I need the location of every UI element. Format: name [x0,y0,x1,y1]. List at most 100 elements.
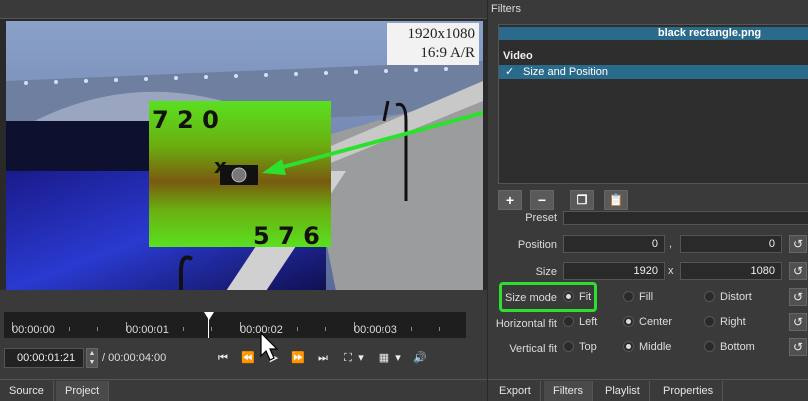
position-handle[interactable] [231,167,247,183]
size-width-input[interactable]: 1920 [563,262,665,280]
tab-source[interactable]: Source [0,381,54,401]
spin-down-icon[interactable]: ▼ [87,358,97,367]
playhead-marker-icon [204,312,214,320]
ruler-minor-tick [439,327,440,331]
position-x-input[interactable]: 0 [563,235,665,253]
overlay-number-576: 5 7 6 [253,222,320,250]
timecode-spinner[interactable]: ▲ ▼ [86,348,98,368]
size-height-input[interactable]: 1080 [680,262,782,280]
hfit-left-label: Left [579,316,598,328]
left-tab-bar: Source Project [0,379,487,401]
position-separator: , [669,238,673,250]
tab-filters[interactable]: Filters [544,381,593,401]
vertical-fit-label: Vertical fit [509,343,557,355]
vfit-bottom-label: Bottom [720,341,755,353]
playhead-line [208,318,209,338]
paste-filter-icon[interactable]: 📋 [604,190,628,210]
radio-icon [563,341,574,352]
mouse-pointer-icon [260,332,279,361]
tab-playlist[interactable]: Playlist [596,381,650,401]
size-mode-fill-label: Fill [639,291,654,303]
fast-forward-icon[interactable]: ⏩ [290,350,306,366]
position-y-input[interactable]: 0 [680,235,782,253]
volume-icon[interactable]: 🔊 [412,350,428,366]
spin-up-icon[interactable]: ▲ [87,349,97,358]
hfit-center[interactable]: Center [623,316,672,328]
radio-icon [704,291,715,302]
size-mode-distort[interactable]: Distort [704,291,752,303]
ruler-label: 00:00:03 [354,324,397,336]
overlay-number-720: 7 2 0 [152,106,219,134]
zoom-dropdown-icon[interactable]: ▾ [356,350,366,366]
radio-icon [563,316,574,327]
ruler-minor-tick [97,327,98,331]
reset-size-mode-icon[interactable]: ↺ [789,288,807,306]
skip-start-icon[interactable]: ⏮ [215,350,231,366]
radio-selected-icon [623,341,634,352]
filter-item-size-and-position[interactable]: ✓ Size and Position [499,65,808,79]
section-header-video: Video [503,50,533,62]
hfit-right-label: Right [720,316,746,328]
horizontal-fit-label: Horizontal fit [495,318,557,330]
skip-end-icon[interactable]: ⏭ [315,350,331,366]
hfit-left[interactable]: Left [563,316,597,328]
video-viewer[interactable]: 7 2 0 5 7 6 x 1920x1080 16:9 A/R [0,18,487,291]
resolution-line-2: 16:9 A/R [420,45,475,61]
vfit-middle[interactable]: Middle [623,341,671,353]
rewind-icon[interactable]: ⏪ [240,350,256,366]
ruler-minor-tick [268,327,269,331]
add-filter-icon[interactable]: + [498,190,522,210]
remove-filter-icon[interactable]: − [530,190,554,210]
ruler-minor-tick [69,327,70,331]
resolution-line-1: 1920x1080 [407,26,476,42]
filter-item-label: Size and Position [523,66,608,78]
reset-size-icon[interactable]: ↺ [789,262,807,280]
player-panel: 7 2 0 5 7 6 x 1920x1080 16:9 A/R 00:00:0… [0,0,487,401]
copy-filter-icon[interactable]: ❐ [570,190,594,210]
size-label: Size [535,266,557,278]
resolution-label: 1920x1080 16:9 A/R [387,23,479,65]
size-mode-distort-label: Distort [720,291,752,303]
ruler-minor-tick [40,327,41,331]
checkmark-icon[interactable]: ✓ [505,65,514,79]
timeline-ruler[interactable]: 00:00:00 00:00:01 00:00:02 00:00:03 [4,312,466,338]
size-mode-label: Size mode [505,292,557,304]
size-mode-fill[interactable]: Fill [623,291,653,303]
transport-bar: 00:00:01:21 ▲ ▼ / 00:00:04:00 ⏮ ⏪ ▶ ⏩ ⏭ … [0,344,487,374]
hfit-right[interactable]: Right [704,316,746,328]
filters-panel: Filters black rectangle.png Video ✓ Size… [487,0,808,401]
clip-name-bar: black rectangle.png [499,27,808,40]
playhead[interactable] [204,312,214,338]
tab-project[interactable]: Project [56,381,110,401]
right-tab-bar: Export Filters Playlist Properties [488,379,808,401]
timecode-input[interactable]: 00:00:01:21 [4,348,84,368]
grid-dropdown-icon[interactable]: ▾ [393,350,403,366]
vfit-top[interactable]: Top [563,341,597,353]
preset-combo[interactable] [563,211,808,225]
ruler-minor-tick [411,327,412,331]
radio-icon [704,341,715,352]
ruler-minor-tick [154,327,155,331]
filter-list: black rectangle.png Video ✓ Size and Pos… [498,24,808,184]
radio-icon [623,291,634,302]
reset-position-icon[interactable]: ↺ [789,235,807,253]
radio-selected-icon [623,316,634,327]
reset-vfit-icon[interactable]: ↺ [789,338,807,356]
size-mode-fit-label: Fit [579,291,592,303]
zoom-fit-icon[interactable]: ⛶ [340,350,356,366]
reset-hfit-icon[interactable]: ↺ [789,313,807,331]
ruler-minor-tick [382,327,383,331]
vfit-bottom[interactable]: Bottom [704,341,755,353]
ruler-minor-tick [297,327,298,331]
radio-icon [704,316,715,327]
size-mode-fit[interactable]: Fit [563,291,591,303]
duration-label: / 00:00:04:00 [102,352,167,364]
ruler-minor-tick [325,327,326,331]
grid-icon[interactable]: ▦ [376,350,392,366]
preset-label: Preset [525,212,557,224]
tab-export[interactable]: Export [490,381,541,401]
vfit-top-label: Top [579,341,597,353]
tab-properties[interactable]: Properties [654,381,724,401]
video-frame: 7 2 0 5 7 6 x 1920x1080 16:9 A/R [6,21,483,291]
position-label: Position [517,239,557,251]
